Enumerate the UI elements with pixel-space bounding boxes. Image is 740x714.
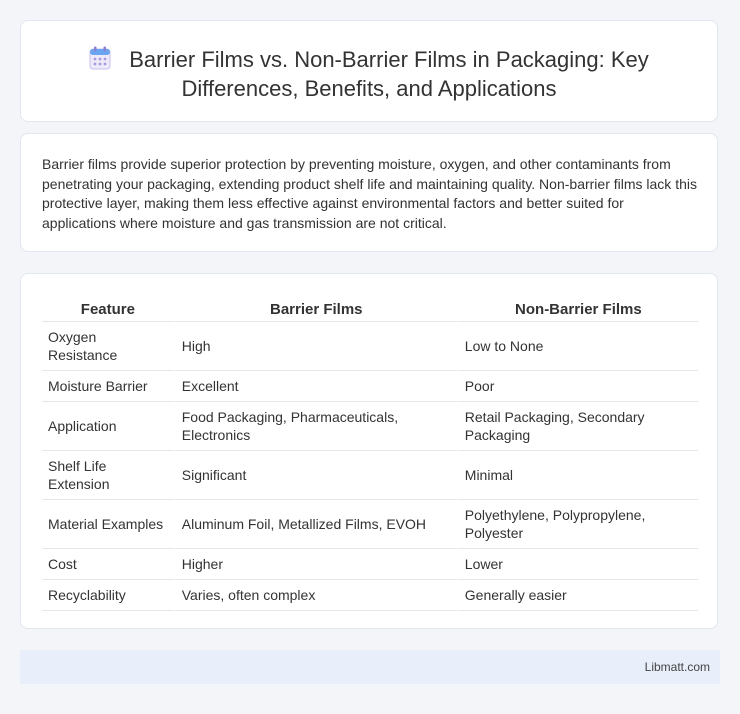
page-title-text: Barrier Films vs. Non-Barrier Films in P… bbox=[129, 47, 649, 101]
cell-non-barrier: Lower bbox=[456, 549, 698, 580]
title-wrap: Barrier Films vs. Non-Barrier Films in P… bbox=[21, 45, 717, 103]
cell-barrier: Aluminum Foil, Metallized Films, EVOH bbox=[173, 500, 457, 549]
cell-barrier: Significant bbox=[173, 451, 457, 500]
cell-non-barrier: Generally easier bbox=[456, 580, 698, 611]
footer-bar: Libmatt.com bbox=[20, 650, 720, 684]
table-row: Application Food Packaging, Pharmaceutic… bbox=[42, 402, 698, 451]
table-row: Cost Higher Lower bbox=[42, 549, 698, 580]
calendar-icon bbox=[89, 46, 111, 70]
table-row: Oxygen Resistance High Low to None bbox=[42, 322, 698, 371]
cell-non-barrier: Retail Packaging, Secondary Packaging bbox=[456, 402, 698, 451]
intro-card: Barrier films provide superior protectio… bbox=[20, 133, 718, 252]
cell-barrier: Food Packaging, Pharmaceuticals, Electro… bbox=[173, 402, 457, 451]
cell-non-barrier: Polyethylene, Polypropylene, Polyester bbox=[456, 500, 698, 549]
cell-feature: Moisture Barrier bbox=[42, 371, 174, 402]
cell-feature: Shelf Life Extension bbox=[42, 451, 174, 500]
cell-barrier: Varies, often complex bbox=[173, 580, 457, 611]
cell-feature: Material Examples bbox=[42, 500, 174, 549]
table-header-row: Feature Barrier Films Non-Barrier Films bbox=[42, 296, 698, 322]
table-row: Shelf Life Extension Significant Minimal bbox=[42, 451, 698, 500]
cell-feature: Cost bbox=[42, 549, 174, 580]
footer-brand[interactable]: Libmatt.com bbox=[645, 660, 710, 674]
cell-barrier: Excellent bbox=[173, 371, 457, 402]
comparison-card: Feature Barrier Films Non-Barrier Films … bbox=[20, 273, 718, 629]
cell-non-barrier: Minimal bbox=[456, 451, 698, 500]
cell-non-barrier: Poor bbox=[456, 371, 698, 402]
cell-feature: Recyclability bbox=[42, 580, 174, 611]
cell-barrier: High bbox=[173, 322, 457, 371]
cell-barrier: Higher bbox=[173, 549, 457, 580]
page-title: Barrier Films vs. Non-Barrier Films in P… bbox=[49, 45, 689, 103]
table-row: Material Examples Aluminum Foil, Metalli… bbox=[42, 500, 698, 549]
header-feature: Feature bbox=[42, 296, 174, 322]
header-card: Barrier Films vs. Non-Barrier Films in P… bbox=[20, 20, 718, 122]
cell-feature: Oxygen Resistance bbox=[42, 322, 174, 371]
table-row: Recyclability Varies, often complex Gene… bbox=[42, 580, 698, 611]
header-non-barrier-films: Non-Barrier Films bbox=[456, 296, 698, 322]
comparison-table: Feature Barrier Films Non-Barrier Films … bbox=[42, 296, 698, 611]
table-row: Moisture Barrier Excellent Poor bbox=[42, 371, 698, 402]
intro-paragraph: Barrier films provide superior protectio… bbox=[42, 156, 697, 231]
cell-non-barrier: Low to None bbox=[456, 322, 698, 371]
cell-feature: Application bbox=[42, 402, 174, 451]
header-barrier-films: Barrier Films bbox=[173, 296, 457, 322]
